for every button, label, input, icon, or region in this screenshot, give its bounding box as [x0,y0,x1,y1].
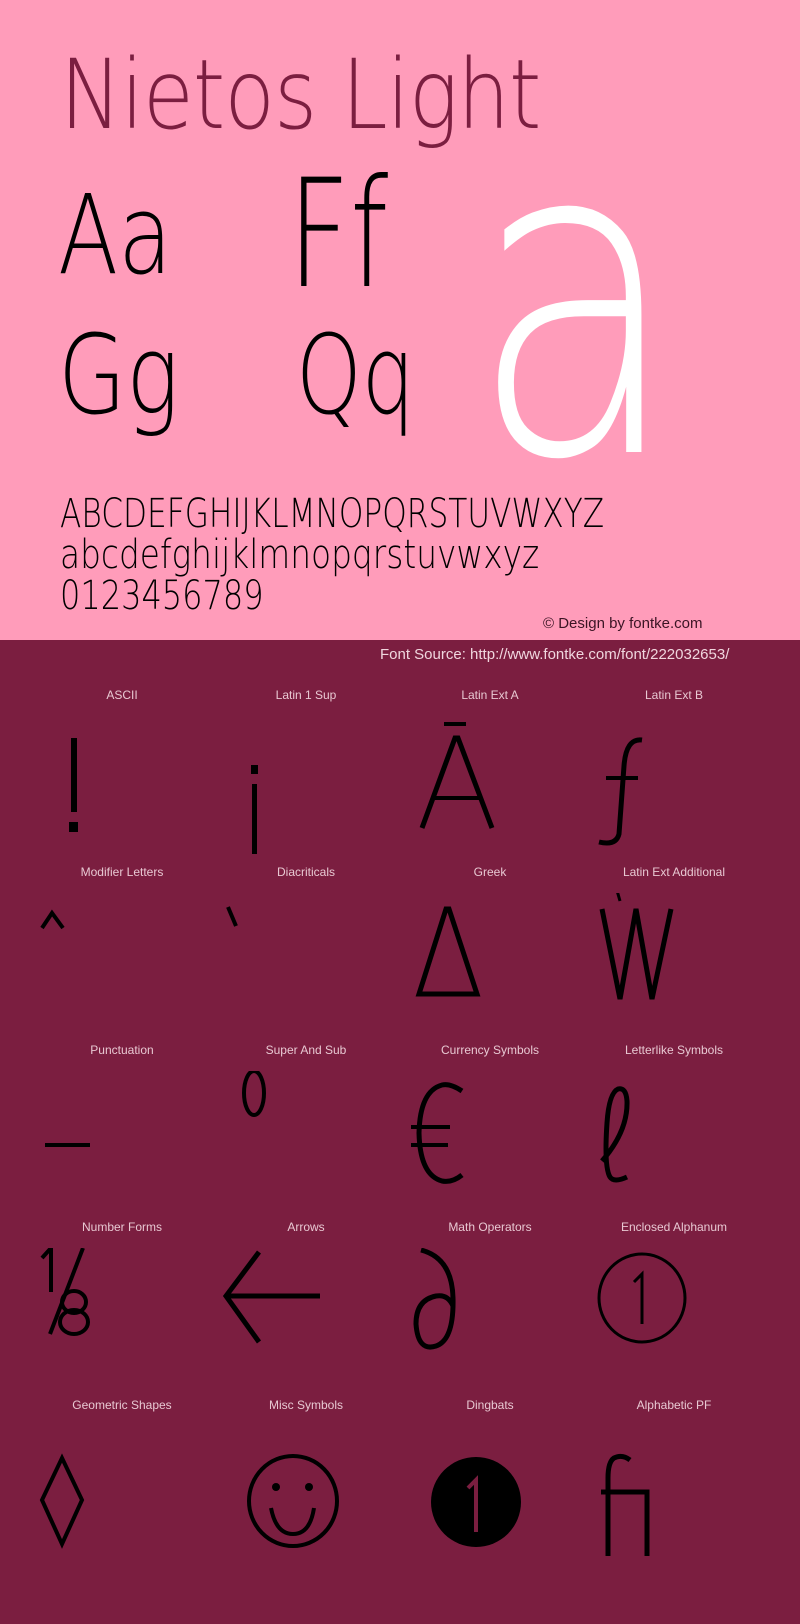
block-cell: Letterlike Symbols [582,1035,766,1219]
block-label: Dingbats [466,1398,514,1412]
exclamation-glyph [30,716,214,856]
block-label: Latin Ext B [644,688,704,702]
block-label: Diacriticals [276,865,335,879]
block-cell: Geometric Shapes [30,1390,214,1574]
sample-gg: Gg [58,311,179,439]
circled-one-glyph [582,1248,766,1388]
alphabet-uppercase: ABCDEFGHIJKLMNOPQRSTUVWXYZ [60,491,605,537]
block-label: Modifier Letters [80,865,164,879]
w-grave-glyph [582,893,766,1033]
sample-big-letter: a [470,44,681,556]
design-credit: © Design by fontke.com [543,615,703,632]
block-cell: Latin Ext A [398,680,582,864]
digits: 0123456789 [60,573,264,619]
delta-glyph [398,893,582,1033]
block-cell: Enclosed Alphanum [582,1212,766,1396]
block-label: Super And Sub [265,1043,347,1057]
block-cell: Math Operators [398,1212,582,1396]
block-label: Letterlike Symbols [624,1043,724,1057]
block-cell: Latin Ext Additional [582,857,766,1041]
inverted-exclamation-glyph [214,716,398,856]
block-label: Enclosed Alphanum [620,1220,728,1234]
f-hook-glyph [582,716,766,856]
superscript-zero-glyph [214,1071,398,1211]
block-label: ASCII [106,688,138,702]
circumflex-glyph [30,893,214,1033]
a-macron-glyph [398,716,582,856]
block-label: Currency Symbols [440,1043,540,1057]
sample-ff: Ff [288,148,389,322]
block-label: Alphabetic PF [636,1398,712,1412]
partial-differential-glyph [398,1248,582,1388]
font-title: Nietos Light [60,39,541,151]
block-cell: Greek [398,857,582,1041]
block-cell: Alphabetic PF [582,1390,766,1574]
block-cell: Latin Ext B [582,680,766,864]
block-label: Misc Symbols [268,1398,343,1412]
block-cell: Diacriticals [214,857,398,1041]
smiley-glyph [214,1426,398,1566]
sample-aa: Aa [58,171,173,299]
left-arrow-glyph [214,1248,398,1388]
block-label: Number Forms [81,1220,162,1234]
alphabet-lowercase: abcdefghijklmnopqrstuvwxyz [60,532,540,578]
block-label: Greek [473,865,507,879]
block-label: Latin Ext Additional [622,865,726,879]
block-label: Arrows [287,1220,325,1234]
block-cell: Punctuation [30,1035,214,1219]
one-eighth-glyph [30,1248,214,1388]
block-label: Latin Ext A [461,688,519,702]
block-cell: Currency Symbols [398,1035,582,1219]
block-label: Geometric Shapes [72,1398,172,1412]
block-label: Punctuation [90,1043,154,1057]
block-cell: Misc Symbols [214,1390,398,1574]
sample-qq: Qq [296,311,415,439]
block-cell: Latin 1 Sup [214,680,398,864]
en-dash-glyph [30,1071,214,1211]
block-cell: ASCII [30,680,214,864]
script-l-glyph [582,1071,766,1211]
block-cell: Number Forms [30,1212,214,1396]
block-label: Math Operators [448,1220,532,1234]
block-cell: Dingbats [398,1390,582,1574]
font-preview-header: Nietos Light Aa Ff Gg Qq a ABCDEFGHIJKLM… [0,0,800,640]
block-cell: Modifier Letters [30,857,214,1041]
block-cell: Arrows [214,1212,398,1396]
lozenge-glyph [30,1426,214,1566]
negative-circled-one-glyph [398,1426,582,1566]
block-cell: Super And Sub [214,1035,398,1219]
block-label: Latin 1 Sup [275,688,337,702]
fi-ligature-glyph [582,1426,766,1566]
euro-glyph [398,1071,582,1211]
font-source-link[interactable]: Font Source: http://www.fontke.com/font/… [380,646,729,663]
grave-accent-glyph [214,893,398,1033]
